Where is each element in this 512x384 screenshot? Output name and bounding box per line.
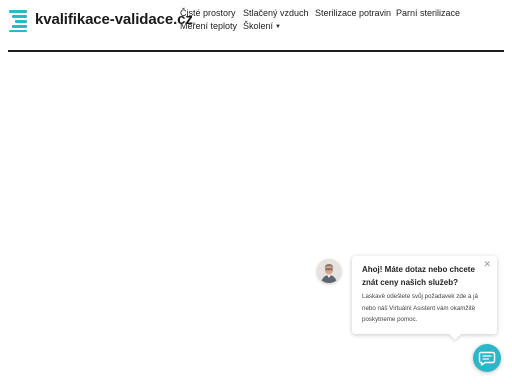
nav-item-stlaceny-vzduch[interactable]: Stlačený vzduch: [243, 8, 309, 18]
header-divider: [8, 50, 504, 52]
nav-item-ciste-prostory[interactable]: Čisté prostory: [180, 8, 236, 18]
open-chat-button[interactable]: [473, 344, 501, 372]
site-header: kvalifikace-validace.cz Čisté prostory S…: [0, 0, 512, 52]
chat-popup-title: Ahoj! Máte dotaz nebo chcete znát ceny n…: [362, 265, 475, 287]
nav-item-sterilizace-potravin[interactable]: Sterilizace potravin: [315, 8, 391, 18]
nav-item-mereni-teploty[interactable]: Měření teploty: [180, 21, 237, 31]
chevron-down-icon: ▼: [275, 24, 281, 30]
chat-popup-body: Laskavě odešlete svůj požadavek zde a já…: [362, 293, 478, 323]
nav-item-parni-sterilizace[interactable]: Parní sterilizace: [396, 8, 460, 18]
chat-icon: [478, 351, 496, 366]
avatar: [317, 259, 341, 283]
logo-text[interactable]: kvalifikace-validace.cz: [35, 11, 193, 28]
nav-item-skoleni[interactable]: Školení ▼: [243, 21, 281, 31]
logo-icon: [9, 9, 27, 32]
chat-popup[interactable]: ✕ Ahoj! Máte dotaz nebo chcete znát ceny…: [352, 256, 497, 334]
site-logo[interactable]: [9, 9, 27, 32]
nav-item-skoleni-label: Školení: [243, 21, 274, 31]
